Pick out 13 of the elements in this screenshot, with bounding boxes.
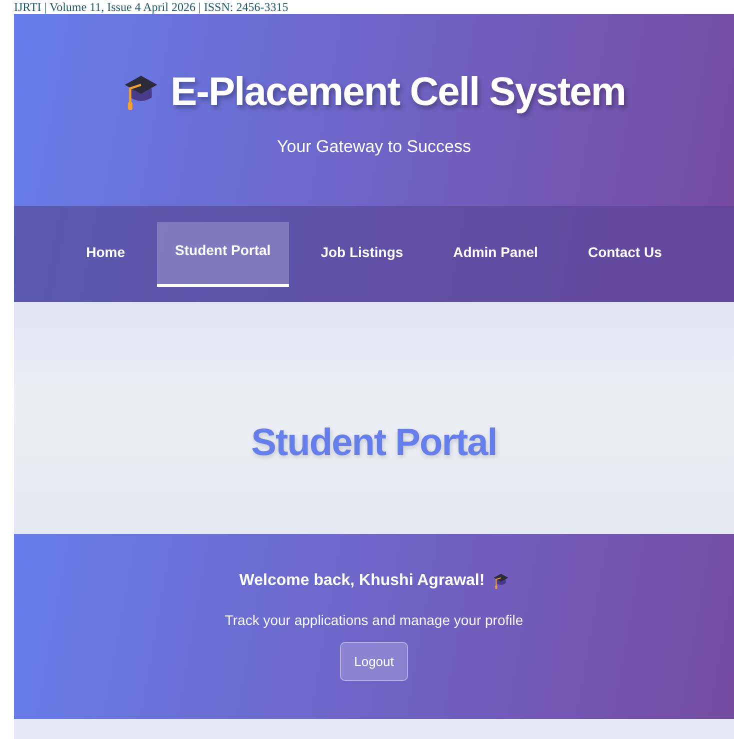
nav-tab[interactable]: Contact Us: [570, 222, 680, 286]
welcome-subtitle: Track your applications and manage your profile: [224, 612, 524, 628]
nav-tab[interactable]: Student Portal: [157, 222, 289, 286]
section-title: Student Portal: [251, 422, 497, 464]
logout-button[interactable]: Logout: [340, 642, 408, 681]
welcome-heading: Welcome back, Khushi Agrawal!: [239, 572, 485, 590]
nav-tab[interactable]: Admin Panel: [435, 222, 556, 286]
site-tagline: Your Gateway to Success: [276, 136, 472, 156]
journal-header: IJRTI | Volume 11, Issue 4 April 2026 | ISSN: 2456-3315: [13, 0, 290, 14]
nav-tab[interactable]: Job Listings: [302, 222, 422, 286]
graduation-cap-icon: [492, 572, 509, 590]
site-title: E-Placement Cell System: [170, 70, 626, 114]
nav-tab[interactable]: Home: [68, 222, 144, 286]
